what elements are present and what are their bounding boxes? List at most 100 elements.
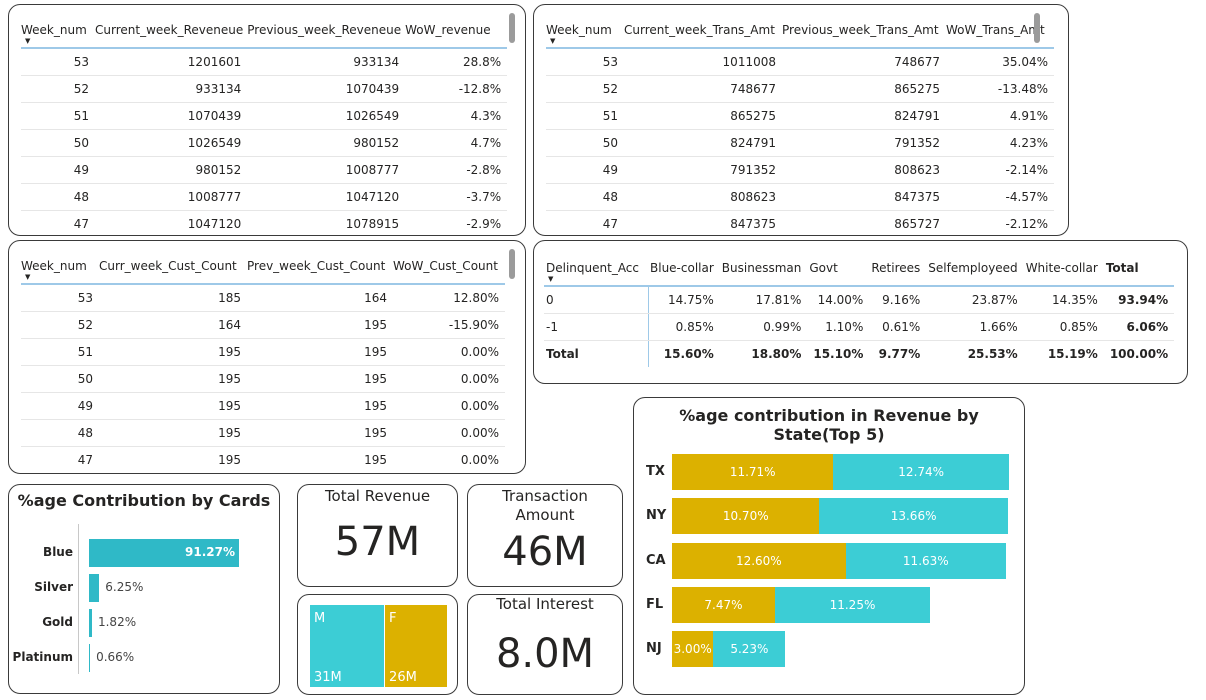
col-week-num[interactable]: Week_num ▼ [21,13,95,49]
bar-segment[interactable]: 7.47% [672,587,775,623]
col-wow-revenue[interactable]: WoW_revenue [405,13,508,49]
table-row[interactable]: 49 791352 808623 -2.14% [546,156,1054,184]
sort-desc-icon[interactable]: ▼ [25,273,30,281]
scrollbar[interactable] [509,249,515,279]
matrix-row[interactable]: 0 14.75% 17.81% 14.00% 9.16% 23.87% 14.35% 93.9… [544,286,1175,314]
trans-table: Week_num ▼ Current_week_Trans_Amt Previou… [546,13,1054,235]
col-previous-week-revenue[interactable]: Previous_week_Reveneue [247,13,406,49]
table-cell: 865727 [782,210,946,235]
table-row[interactable]: 52 748677 865275 -13.48% [546,75,1054,103]
table-cell: 53 [546,48,624,76]
table-cell: 0.00% [393,446,505,473]
table-row[interactable]: 51 1070439 1026549 4.3% [21,102,508,130]
card-bar-row[interactable]: Gold 1.82% [9,607,279,637]
col-wow-cust-count[interactable]: WoW_Cust_Count [393,249,505,285]
table-row[interactable]: 53 1201601 933134 28.8% [21,48,508,76]
bar-segment[interactable]: 11.25% [774,587,930,623]
col-retirees[interactable]: Retirees [869,251,927,287]
col-white-collar[interactable]: White-collar [1023,251,1104,287]
bar-segment[interactable]: 12.60% [672,543,846,579]
bar[interactable] [89,609,92,637]
table-cell: 50 [546,129,624,157]
table-row[interactable]: 53 1011008 748677 35.04% [546,48,1054,76]
bar-label: Platinum [12,650,73,664]
matrix-cell: 1.66% [926,313,1024,341]
col-current-week-trans-amt[interactable]: Current_week_Trans_Amt [624,13,782,49]
table-row[interactable]: 51 195 195 0.00% [21,338,505,366]
table-row[interactable]: 48 808623 847375 -4.57% [546,183,1054,211]
table-row[interactable]: 48 195 195 0.00% [21,419,505,447]
segment-label: 11.63% [902,554,949,568]
col-week-num[interactable]: Week_num ▼ [21,249,99,285]
table-row[interactable]: 50 1026549 980152 4.7% [21,129,508,157]
table-cell: 865275 [782,75,946,103]
col-curr-week-cust-count[interactable]: Curr_week_Cust_Count [99,249,247,285]
table-cell: 195 [247,446,393,473]
sort-desc-icon[interactable]: ▼ [25,37,30,45]
bar-segment[interactable]: 11.63% [845,543,1006,579]
bar-segment[interactable]: 11.71% [672,454,834,490]
bar-segment[interactable]: 13.66% [819,498,1008,534]
table-cell: 0.00% [393,338,505,366]
matrix-row[interactable]: Total 15.60% 18.80% 15.10% 9.77% 25.53% 15.19%… [544,340,1174,367]
col-current-week-revenue[interactable]: Current_week_Reveneue [95,13,248,49]
table-row[interactable]: 52 164 195 -15.90% [21,311,505,339]
table-row[interactable]: 47 847375 865727 -2.12% [546,210,1054,235]
matrix-cell: 0.85% [648,313,720,341]
treemap-cell[interactable]: M 31M [310,605,385,687]
matrix-cell: 14.00% [807,286,870,314]
table-row[interactable]: 49 980152 1008777 -2.8% [21,156,508,184]
col-week-num[interactable]: Week_num ▼ [546,13,624,49]
table-cell: 53 [21,48,95,76]
col-delinquent-acc[interactable]: Delinquent_Acc ▼ [544,251,648,287]
matrix-row[interactable]: -1 0.85% 0.99% 1.10% 0.61% 1.66% 0.85% 6.06% [544,313,1175,341]
card-bar-row[interactable]: Platinum 0.66% [9,642,279,672]
col-govt[interactable]: Govt [807,251,870,287]
table-row[interactable]: 51 865275 824791 4.91% [546,102,1054,130]
treemap-cell[interactable]: F 26M [385,605,447,687]
table-row[interactable]: 52 933134 1070439 -12.8% [21,75,508,103]
col-blue-collar[interactable]: Blue-collar [648,251,720,287]
table-row[interactable]: 48 1008777 1047120 -3.7% [21,183,508,211]
col-selfemployeed[interactable]: Selfemployeed [926,251,1024,287]
card-bar-row[interactable]: Blue 91.27% [9,537,279,567]
table-cell: 195 [247,365,393,393]
scrollbar[interactable] [509,13,515,43]
table-cell: 164 [99,311,247,339]
treemap-label: F [389,611,397,626]
table-row[interactable]: 47 1047120 1078915 -2.9% [21,210,508,235]
card-bar-row[interactable]: Silver 6.25% [9,572,279,602]
col-total[interactable]: Total [1103,251,1175,287]
kpi-transaction-amount[interactable]: Transaction Amount 46M [467,484,623,587]
table-row[interactable]: 50 824791 791352 4.23% [546,129,1054,157]
col-previous-week-trans-amt[interactable]: Previous_week_Trans_Amt [782,13,946,49]
table-cell: 1070439 [95,102,248,130]
sort-desc-icon[interactable]: ▼ [550,37,555,45]
kpi-total-interest[interactable]: Total Interest 8.0M [467,594,623,695]
kpi-total-revenue[interactable]: Total Revenue 57M [297,484,458,587]
table-row[interactable]: 53 185 164 12.80% [21,284,505,312]
table-row[interactable]: 49 195 195 0.00% [21,392,505,420]
bar[interactable] [89,644,91,672]
table-cell: 49 [546,156,624,184]
bar-segment[interactable]: 12.74% [833,454,1009,490]
chart-title: %age Contribution by Cards [17,491,271,510]
matrix-cell: 6.06% [1103,313,1175,341]
matrix-cell: 0.61% [869,313,927,341]
table-cell: -15.90% [393,311,505,339]
scrollbar[interactable] [1034,13,1040,43]
bar-segment[interactable]: 5.23% [713,631,786,667]
col-prev-week-cust-count[interactable]: Prev_week_Cust_Count [247,249,393,285]
matrix-cell: 18.80% [751,347,802,361]
table-row[interactable]: 50 195 195 0.00% [21,365,505,393]
col-businessman[interactable]: Businessman [719,251,808,287]
table-cell: 808623 [624,183,782,211]
matrix-cell: 23.87% [926,286,1024,314]
table-row[interactable]: 47 195 195 0.00% [21,446,505,473]
sort-desc-icon[interactable]: ▼ [548,275,553,283]
chart-axis [78,524,79,674]
bar-segment[interactable]: 3.00% [672,631,714,667]
bar-segment[interactable]: 10.70% [672,498,820,534]
revenue-table-panel: Week_num ▼ Current_week_Reveneue Previous… [8,4,526,236]
bar[interactable] [89,574,100,602]
